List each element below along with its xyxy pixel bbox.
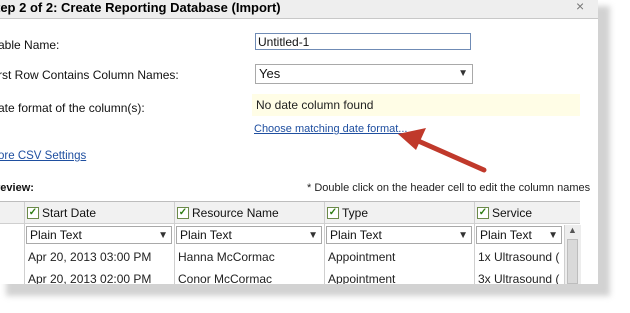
red-arrow-icon: [398, 128, 487, 173]
preview-note: * Double click on the header cell to edi…: [307, 182, 591, 194]
table-cell: 3x Ultrasound (: [475, 268, 564, 284]
table-cell: Appointment: [325, 268, 475, 284]
title-bar: tep 2 of 2: Create Reporting Database (I…: [0, 0, 598, 19]
type-value: Plain Text: [30, 228, 82, 242]
table-cell: Apr 20, 2013 03:00 PM: [25, 246, 175, 268]
first-row-select[interactable]: Yes ▼: [255, 64, 473, 84]
type-select[interactable]: Plain Text ▼: [326, 226, 472, 244]
type-cell: Plain Text ▼: [25, 224, 175, 246]
vertical-scrollbar[interactable]: ▲: [564, 225, 581, 284]
table-cell: 1x Ultrasound (: [475, 246, 564, 268]
row-indicator: [0, 246, 25, 268]
checkbox-icon[interactable]: ✓: [327, 207, 339, 219]
table-cell: Apr 20, 2013 02:00 PM: [25, 268, 175, 284]
cell-text: Apr 20, 2013 03:00 PM: [28, 250, 152, 264]
chevron-down-icon: ▼: [548, 230, 558, 241]
table-cell: Appointment: [325, 246, 475, 268]
type-value: Plain Text: [480, 228, 532, 242]
date-status: No date column found: [252, 94, 580, 116]
cell-text: Appointment: [328, 250, 396, 264]
checkbox-icon[interactable]: ✓: [477, 207, 489, 219]
row-indicator: [0, 268, 25, 284]
type-select[interactable]: Plain Text ▼: [176, 226, 322, 244]
date-format-label: ate format of the column(s):: [0, 101, 145, 115]
csv-settings-link[interactable]: ore CSV Settings: [0, 150, 86, 162]
table-cell: Hanna McCormac: [175, 246, 325, 268]
type-cell: Plain Text ▼: [175, 224, 325, 246]
type-value: Plain Text: [180, 228, 232, 242]
chevron-down-icon: ▼: [458, 68, 468, 79]
column-header[interactable]: ✓ Type: [325, 202, 475, 224]
type-cell: Plain Text ▼: [475, 224, 564, 246]
import-dialog: tep 2 of 2: Create Reporting Database (I…: [0, 0, 598, 284]
row-indicator: [0, 224, 25, 246]
table-cell: Conor McCormac: [175, 268, 325, 284]
cell-text: Hanna McCormac: [178, 250, 275, 264]
type-cell: Plain Text ▼: [325, 224, 475, 246]
preview-grid: ✓ Start Date ✓ Resource Name ✓ Type ✓ Se…: [0, 201, 580, 284]
column-name: Resource Name: [192, 206, 279, 220]
column-name: Type: [342, 206, 369, 220]
column-name: Service: [492, 206, 533, 220]
chevron-down-icon: ▼: [308, 230, 318, 241]
type-value: Plain Text: [330, 228, 382, 242]
table-name-value: Untitled-1: [258, 35, 310, 49]
column-header[interactable]: ✓ Resource Name: [175, 202, 325, 224]
table-name-input[interactable]: Untitled-1: [255, 33, 471, 50]
cell-text: 3x Ultrasound (: [478, 272, 560, 284]
cell-text: Conor McCormac: [178, 272, 273, 284]
checkbox-icon[interactable]: ✓: [27, 207, 39, 219]
close-icon[interactable]: ×: [576, 0, 584, 14]
row-indicator-header: [0, 202, 25, 224]
table-name-label: able Name:: [0, 38, 60, 52]
scrollbar-thumb[interactable]: [567, 239, 578, 284]
column-name: Start Date: [42, 206, 97, 220]
preview-label: review:: [0, 182, 34, 194]
choose-date-format-link[interactable]: Choose matching date format...: [254, 123, 407, 135]
first-row-value: Yes: [259, 66, 281, 81]
type-select[interactable]: Plain Text ▼: [476, 226, 562, 244]
scroll-up-icon[interactable]: ▲: [568, 225, 577, 235]
cell-text: Apr 20, 2013 02:00 PM: [28, 272, 152, 284]
dialog-title: tep 2 of 2: Create Reporting Database (I…: [0, 0, 281, 15]
column-header[interactable]: ✓ Start Date: [25, 202, 175, 224]
checkbox-icon[interactable]: ✓: [177, 207, 189, 219]
chevron-down-icon: ▼: [158, 230, 168, 241]
first-row-label: rst Row Contains Column Names:: [0, 68, 179, 82]
cell-text: 1x Ultrasound (: [478, 250, 560, 264]
chevron-down-icon: ▼: [458, 230, 468, 241]
type-select[interactable]: Plain Text ▼: [26, 226, 172, 244]
column-header[interactable]: ✓ Service: [475, 202, 580, 224]
cell-text: Appointment: [328, 272, 396, 284]
